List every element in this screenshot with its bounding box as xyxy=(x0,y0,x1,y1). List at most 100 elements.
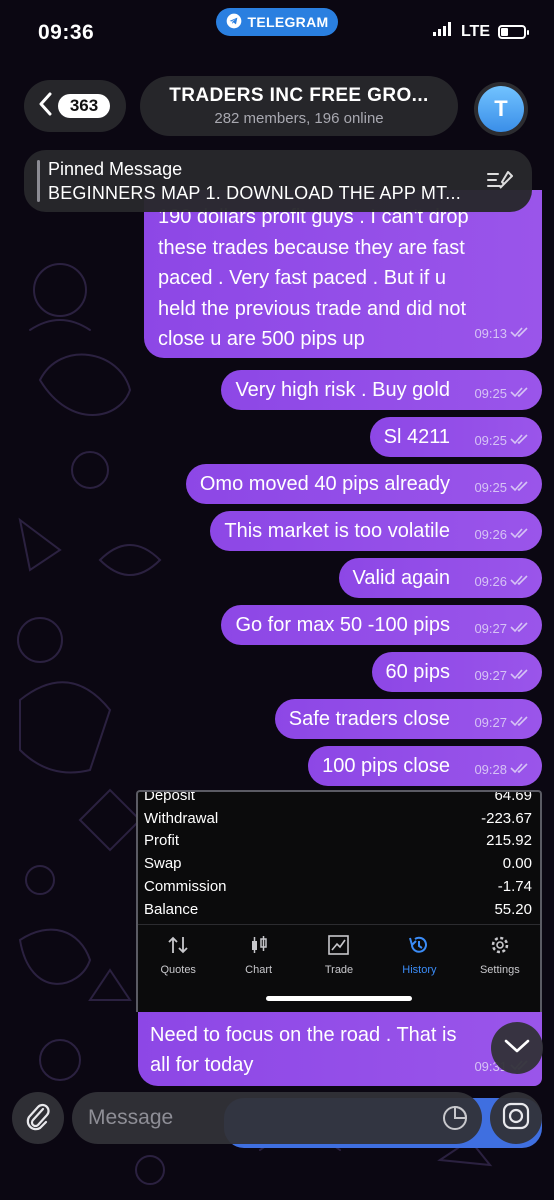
message-input[interactable]: Message xyxy=(72,1092,482,1144)
message-bubble[interactable]: 60 pips 09:27 xyxy=(371,652,542,692)
message-time: 09:13 xyxy=(474,325,507,341)
message-bubble[interactable]: This market is too volatile 09:26 xyxy=(210,511,542,551)
pinned-title: Pinned Message xyxy=(48,159,183,179)
message-line: Need to focus on the road . That is xyxy=(150,1024,457,1046)
tab-quotes: Quotes xyxy=(138,925,218,982)
tab-label: Quotes xyxy=(160,964,196,976)
message-bubble[interactable]: Omo moved 40 pips already 09:25 xyxy=(185,464,542,504)
message-time: 09:27 xyxy=(474,715,507,730)
message-text: Omo moved 40 pips already xyxy=(199,473,450,495)
message-text: 60 pips xyxy=(385,661,451,683)
message-bubble[interactable]: Very high risk . Buy gold 09:25 xyxy=(221,370,542,410)
message-bubble[interactable]: Need to focus on the road . That is all … xyxy=(138,1012,542,1086)
double-check-icon xyxy=(510,527,530,542)
chevron-down-icon xyxy=(504,1038,530,1059)
double-check-icon xyxy=(510,386,530,401)
photo-attachment[interactable]: Deposit 64.69 Withdrawal -223.67 Profit 215… xyxy=(136,790,542,1012)
chat-subtitle: 282 members, 196 online xyxy=(214,110,384,127)
stat-label: Withdrawal xyxy=(144,809,219,827)
stat-row: Withdrawal -223.67 xyxy=(138,807,540,830)
pinned-message-bar[interactable]: Pinned Message BEGINNERS MAP 1. DOWNLOAD… xyxy=(24,150,532,212)
battery-icon xyxy=(498,24,529,39)
stat-row: Deposit 64.69 xyxy=(138,790,540,807)
double-check-icon xyxy=(510,715,530,730)
stat-row: Profit 215.92 xyxy=(138,830,540,853)
sticker-icon[interactable] xyxy=(442,1105,468,1137)
message-bubble[interactable]: Valid again 09:26 xyxy=(338,558,542,598)
chat-title: TRADERS INC FREE GRO... xyxy=(169,85,429,106)
double-check-icon xyxy=(510,319,530,350)
stat-value: 0.00 xyxy=(502,855,532,873)
tab-history: History xyxy=(379,925,459,982)
message-line: paced . Very fast paced . But if u xyxy=(158,267,446,289)
telegram-plane-icon xyxy=(226,13,242,32)
tab-settings: Settings xyxy=(460,925,540,982)
telegram-pill-label: TELEGRAM xyxy=(247,14,329,30)
stat-label: Profit xyxy=(144,832,180,850)
trade-chart-icon xyxy=(328,935,350,958)
scroll-down-button[interactable] xyxy=(491,1022,543,1074)
attach-button[interactable] xyxy=(12,1092,64,1144)
double-check-icon xyxy=(510,621,530,636)
pinned-list-icon[interactable] xyxy=(486,168,514,197)
tab-chart: Chart xyxy=(218,925,298,982)
chevron-left-icon xyxy=(38,92,52,121)
tab-trade: Trade xyxy=(299,925,379,982)
message-text: Very high risk . Buy gold xyxy=(235,379,450,401)
candlestick-icon xyxy=(248,935,270,958)
tab-label: History xyxy=(402,964,437,976)
stat-label: Commission xyxy=(144,878,227,896)
tab-label: Settings xyxy=(479,964,520,976)
status-bar: 09:36 TELEGRAM LTE xyxy=(0,0,554,64)
message-text: Valid again xyxy=(352,567,450,589)
stat-value: -223.67 xyxy=(481,809,532,827)
group-avatar[interactable]: T xyxy=(474,82,528,136)
message-bubble[interactable]: 190 dollars profit guys . I can't drop t… xyxy=(144,190,542,358)
message-placeholder: Message xyxy=(88,1106,174,1129)
avatar-letter: T xyxy=(478,86,524,132)
home-indicator xyxy=(266,996,412,1001)
message-time: 09:25 xyxy=(474,433,507,448)
message-bubble[interactable]: Safe traders close 09:27 xyxy=(274,699,542,739)
chat-title-card[interactable]: TRADERS INC FREE GRO... 282 members, 196… xyxy=(140,76,458,136)
stat-label: Balance xyxy=(144,900,199,918)
stat-row: Swap 0.00 xyxy=(138,852,540,875)
message-text: This market is too volatile xyxy=(224,520,450,542)
back-button[interactable]: 363 xyxy=(24,80,126,132)
paperclip-icon xyxy=(25,1101,51,1136)
tab-label: Trade xyxy=(324,964,354,976)
quotes-arrows-icon xyxy=(167,935,189,958)
message-time: 09:26 xyxy=(474,574,507,589)
double-check-icon xyxy=(510,480,530,495)
stat-row: Commission -1.74 xyxy=(138,875,540,898)
message-bubble[interactable]: 100 pips close 09:28 xyxy=(308,746,542,786)
message-line: close u are 500 pips up xyxy=(158,328,365,350)
app-tab-bar: Quotes Chart Trade History Settings xyxy=(138,924,540,982)
stat-value: -1.74 xyxy=(497,878,532,896)
message-time: 09:25 xyxy=(474,386,507,401)
stat-row: Balance 55.20 xyxy=(138,898,540,921)
stat-label: Swap xyxy=(144,855,182,873)
message-text: 100 pips close xyxy=(322,755,450,777)
telegram-pill[interactable]: TELEGRAM xyxy=(216,8,338,36)
stat-label: Deposit xyxy=(144,790,195,804)
signal-bars-icon xyxy=(432,22,453,41)
unread-count-badge: 363 xyxy=(58,94,110,118)
message-bubble[interactable]: Go for max 50 -100 pips 09:27 xyxy=(221,605,542,645)
pinned-indicator xyxy=(37,160,40,202)
double-check-icon xyxy=(510,762,530,777)
message-text: Go for max 50 -100 pips xyxy=(235,614,450,636)
pinned-text: BEGINNERS MAP 1. DOWNLOAD THE APP MT... xyxy=(48,183,461,203)
message-bubble[interactable]: Sl 4211 09:25 xyxy=(369,417,542,457)
message-time: 09:27 xyxy=(474,621,507,636)
gear-icon xyxy=(489,935,511,958)
message-text: Sl 4211 xyxy=(383,426,450,448)
camera-button[interactable] xyxy=(490,1092,542,1144)
double-check-icon xyxy=(510,668,530,683)
status-time: 09:36 xyxy=(38,21,95,44)
message-time: 09:28 xyxy=(474,762,507,777)
tab-label: Chart xyxy=(245,964,273,976)
message-line: these trades because they are fast xyxy=(158,236,465,259)
network-type: LTE xyxy=(460,22,490,40)
history-clock-icon xyxy=(408,935,430,958)
